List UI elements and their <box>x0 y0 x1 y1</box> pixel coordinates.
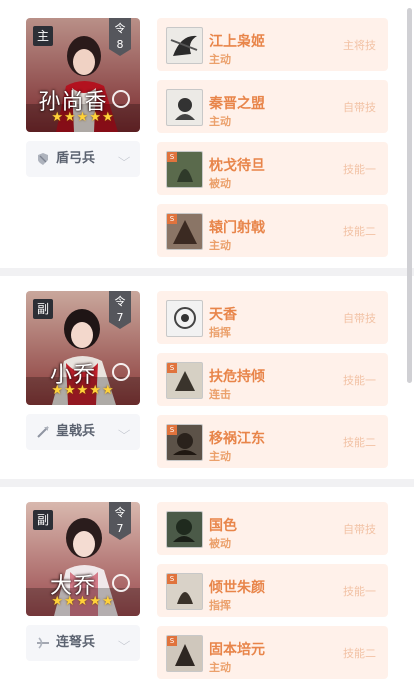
order-value: 8 <box>116 38 124 51</box>
general-section-2: 副 令 7 小乔 ★★★★★ 皇戟兵 ⌵ 天香 指挥 自带技 S 扶危持倾 连击… <box>0 276 404 479</box>
skill-type: 被动 <box>209 177 231 190</box>
skill-type: 指挥 <box>209 599 231 612</box>
general-card[interactable]: 副 令 7 大乔 ★★★★★ <box>26 502 140 616</box>
skill-name: 辕门射戟 <box>209 220 265 236</box>
role-badge: 副 <box>33 510 53 530</box>
skill-name: 扶危持倾 <box>209 369 265 385</box>
chevron-down-icon: ⌵ <box>117 151 131 164</box>
section-divider <box>0 479 414 487</box>
skill-name: 天香 <box>209 307 237 323</box>
role-badge: 主 <box>33 26 53 46</box>
troop-label: 连弩兵 <box>56 635 96 650</box>
skill-slot: 自带技 <box>343 523 376 536</box>
skill-row[interactable]: S 倾世朱颜 指挥 技能一 <box>157 564 388 617</box>
chevron-down-icon: ⌵ <box>117 635 131 648</box>
general-section-3: 副 令 7 大乔 ★★★★★ 连弩兵 ⌵ 国色 被动 自带技 S 倾世朱颜 指挥… <box>0 487 404 692</box>
skill-icon: S <box>166 362 203 399</box>
skill-name: 国色 <box>209 518 237 534</box>
skill-slot: 技能二 <box>343 436 376 449</box>
skill-type: 被动 <box>209 537 231 550</box>
skill-row[interactable]: S 扶危持倾 连击 技能一 <box>157 353 388 406</box>
order-badge: 令 7 <box>109 291 131 329</box>
skill-level-badge: S <box>167 152 177 162</box>
skill-slot: 技能二 <box>343 225 376 238</box>
order-badge: 令 8 <box>109 18 131 56</box>
skill-level-badge: S <box>167 636 177 646</box>
star-rating: ★★★★★ <box>51 110 115 125</box>
order-label: 令 <box>114 22 126 35</box>
order-value: 7 <box>116 522 124 535</box>
general-card[interactable]: 副 令 7 小乔 ★★★★★ <box>26 291 140 405</box>
role-badge: 副 <box>33 299 53 319</box>
awaken-icon <box>112 363 130 381</box>
skill-level-badge: S <box>167 214 177 224</box>
skill-slot: 技能一 <box>343 163 376 176</box>
skill-type: 连击 <box>209 388 231 401</box>
skill-slot: 技能一 <box>343 585 376 598</box>
skill-icon <box>166 300 203 337</box>
section-divider <box>0 268 414 276</box>
skill-row[interactable]: S 辕门射戟 主动 技能二 <box>157 204 388 257</box>
skill-name: 固本培元 <box>209 642 265 658</box>
troop-selector[interactable]: 盾弓兵 ⌵ <box>26 141 140 177</box>
skill-icon: S <box>166 213 203 250</box>
troop-label: 盾弓兵 <box>56 151 96 166</box>
order-badge: 令 7 <box>109 502 131 540</box>
troop-selector[interactable]: 皇戟兵 ⌵ <box>26 414 140 450</box>
skill-name: 倾世朱颜 <box>209 580 265 596</box>
skill-slot: 技能二 <box>343 647 376 660</box>
skill-level-badge: S <box>167 425 177 435</box>
star-rating: ★★★★★ <box>51 383 115 398</box>
scrollbar[interactable] <box>407 8 412 383</box>
skill-type: 主动 <box>209 239 231 252</box>
skill-name: 枕戈待旦 <box>209 158 265 174</box>
skill-level-badge: S <box>167 363 177 373</box>
skill-row[interactable]: S 移祸江东 主动 技能二 <box>157 415 388 468</box>
skill-icon: S <box>166 573 203 610</box>
skill-slot: 主将技 <box>343 39 376 52</box>
skill-slot: 自带技 <box>343 312 376 325</box>
skill-icon: S <box>166 424 203 461</box>
skill-type: 主动 <box>209 450 231 463</box>
shield-bow-icon <box>38 153 48 165</box>
skill-row[interactable]: 国色 被动 自带技 <box>157 502 388 555</box>
crossbow-icon <box>37 637 49 649</box>
order-label: 令 <box>114 295 126 308</box>
skill-slot: 技能一 <box>343 374 376 387</box>
skill-icon <box>166 511 203 548</box>
skill-icon <box>166 27 203 64</box>
skill-icon <box>166 89 203 126</box>
skill-name: 江上枭姬 <box>209 34 265 50</box>
skill-type: 指挥 <box>209 326 231 339</box>
skill-name: 秦晋之盟 <box>209 96 265 112</box>
chevron-down-icon: ⌵ <box>117 424 131 437</box>
star-rating: ★★★★★ <box>51 594 115 609</box>
skill-slot: 自带技 <box>343 101 376 114</box>
general-card[interactable]: 主 令 8 孙尚香 ★★★★★ <box>26 18 140 132</box>
skill-type: 主动 <box>209 53 231 66</box>
skill-row[interactable]: 秦晋之盟 主动 自带技 <box>157 80 388 133</box>
skill-row[interactable]: S 固本培元 主动 技能二 <box>157 626 388 679</box>
order-label: 令 <box>114 506 126 519</box>
skill-row[interactable]: S 枕戈待旦 被动 技能一 <box>157 142 388 195</box>
awaken-icon <box>112 574 130 592</box>
troop-label: 皇戟兵 <box>56 424 96 439</box>
skill-type: 主动 <box>209 661 231 674</box>
skill-row[interactable]: 江上枭姬 主动 主将技 <box>157 18 388 71</box>
skill-type: 主动 <box>209 115 231 128</box>
order-value: 7 <box>116 311 124 324</box>
skill-icon: S <box>166 151 203 188</box>
halberd-icon <box>37 426 49 438</box>
skill-level-badge: S <box>167 574 177 584</box>
skill-name: 移祸江东 <box>209 431 265 447</box>
troop-selector[interactable]: 连弩兵 ⌵ <box>26 625 140 661</box>
general-section-1: 主 令 8 孙尚香 ★★★★★ 盾弓兵 ⌵ 江上枭姬 主动 主将技 秦晋之盟 主… <box>0 0 404 268</box>
skill-icon: S <box>166 635 203 672</box>
awaken-icon <box>112 90 130 108</box>
skill-row[interactable]: 天香 指挥 自带技 <box>157 291 388 344</box>
